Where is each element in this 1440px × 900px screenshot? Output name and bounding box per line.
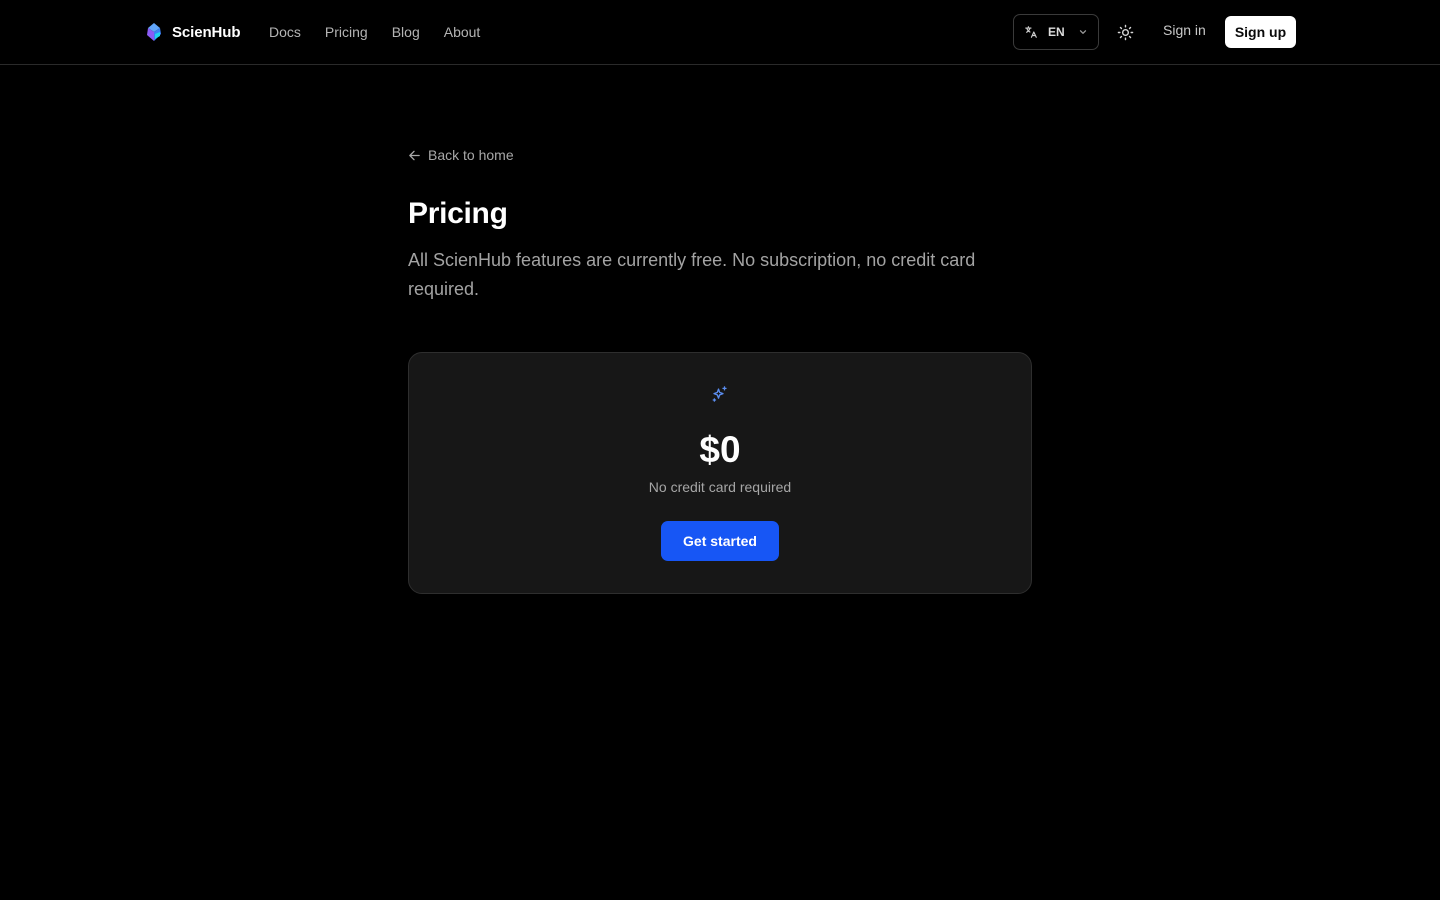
translate-icon	[1025, 26, 1037, 38]
nav-item-about[interactable]: About	[444, 24, 481, 40]
scienhub-logo-icon	[147, 23, 161, 41]
arrow-left-icon	[409, 150, 420, 160]
price-note: No credit card required	[648, 479, 792, 495]
language-select[interactable]: EN	[1013, 14, 1099, 50]
theme-toggle-button[interactable]	[1113, 20, 1137, 44]
pricing-card: $0 No credit card required Get started	[408, 352, 1032, 594]
sign-in-link[interactable]: Sign in	[1163, 22, 1206, 42]
price-value: $0	[699, 429, 741, 470]
nav-item-blog[interactable]: Blog	[392, 24, 420, 40]
brand-name: ScienHub	[172, 23, 241, 41]
page-title: Pricing	[408, 197, 508, 230]
main-nav: Docs Pricing Blog About	[269, 22, 480, 42]
language-value: EN	[1048, 25, 1065, 39]
chevron-down-icon	[1079, 30, 1087, 34]
sign-up-button[interactable]: Sign up	[1225, 16, 1296, 48]
page-subtitle: All ScienHub features are currently free…	[408, 250, 976, 299]
nav-item-docs[interactable]: Docs	[269, 24, 301, 40]
brand-logo-link[interactable]: ScienHub	[144, 21, 240, 43]
get-started-button[interactable]: Get started	[661, 521, 779, 561]
sun-icon	[1117, 24, 1133, 40]
sparkles-icon	[712, 386, 727, 402]
back-link-label: Back to home	[428, 147, 514, 163]
nav-item-pricing[interactable]: Pricing	[325, 24, 368, 40]
back-to-home-link[interactable]: Back to home	[408, 146, 514, 164]
site-header: ScienHub Docs Pricing Blog About EN Sign…	[0, 0, 1440, 65]
